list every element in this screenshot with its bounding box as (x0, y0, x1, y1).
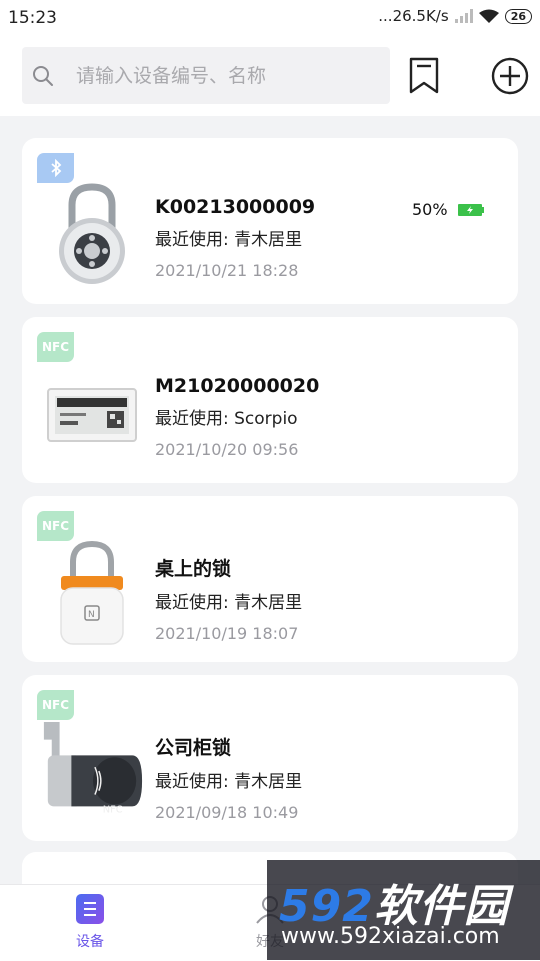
add-device-button[interactable] (488, 54, 532, 98)
status-time: 15:23 (8, 8, 57, 28)
device-image-round-padlock (38, 178, 146, 294)
network-speed: ...26.5K/s (378, 7, 449, 25)
device-last-user: 最近使用: 青木居里 (155, 230, 303, 250)
device-name: K00213000009 (155, 196, 316, 218)
device-last-used-date: 2021/10/19 18:07 (155, 624, 299, 643)
device-name: M21020000020 (155, 375, 320, 397)
device-last-user: 最近使用: 青木居里 (155, 593, 303, 613)
device-last-user: 最近使用: Scorpio (155, 409, 298, 429)
device-last-used-date: 2021/10/21 18:28 (155, 261, 299, 280)
status-bar: 15:23 ...26.5K/s 26 (0, 0, 540, 36)
battery-icon (457, 203, 484, 216)
devices-tab-icon (76, 894, 104, 924)
tab-devices-label: 设备 (76, 934, 104, 950)
watermark-url: www.592xiazai.com (281, 924, 500, 949)
header (0, 36, 540, 116)
device-card[interactable]: NFC N 桌上的锁 最近使用: 青木居里 2021/10/19 18:07 (22, 496, 518, 662)
tab-devices[interactable]: 设备 (40, 893, 140, 951)
plus-circle-icon (491, 57, 529, 95)
signal-icon (454, 9, 473, 23)
device-name: 公司柜锁 (155, 737, 232, 759)
device-card[interactable]: K00213000009 最近使用: 青木居里 2021/10/21 18:28… (22, 138, 518, 304)
device-card[interactable]: NFC NFC 公司柜锁 最近使用: 青木居里 2021/09/18 10:49 (22, 675, 518, 841)
device-image-nfc-padlock: N (38, 536, 146, 652)
battery-percent: 50% (412, 200, 448, 219)
status-icons: ...26.5K/s 26 (378, 7, 532, 25)
svg-text:N: N (88, 610, 95, 620)
device-last-used-date: 2021/09/18 10:49 (155, 803, 299, 822)
device-card[interactable]: NFC M21020000020 最近使用: Scorpio 2021/10/2… (22, 317, 518, 483)
device-image-cabinet-lock: NFC (38, 715, 146, 831)
svg-text:NFC: NFC (103, 804, 123, 815)
wifi-icon (478, 9, 499, 23)
battery-indicator: 26 (504, 8, 532, 24)
device-list: K00213000009 最近使用: 青木居里 2021/10/21 18:28… (22, 138, 518, 854)
device-name: 桌上的锁 (155, 558, 232, 580)
device-image-shelf-label (38, 357, 146, 473)
watermark: 592软件园 www.592xiazai.com (267, 860, 540, 960)
device-last-used-date: 2021/10/20 09:56 (155, 440, 299, 459)
search-icon (33, 65, 53, 86)
bookmark-icon (409, 57, 439, 94)
search-input[interactable] (74, 63, 368, 88)
bluetooth-icon (50, 159, 61, 177)
device-battery: 50% (412, 200, 484, 219)
search-bar[interactable] (22, 47, 390, 104)
device-last-user: 最近使用: 青木居里 (155, 772, 303, 792)
bookmark-button[interactable] (402, 54, 446, 98)
